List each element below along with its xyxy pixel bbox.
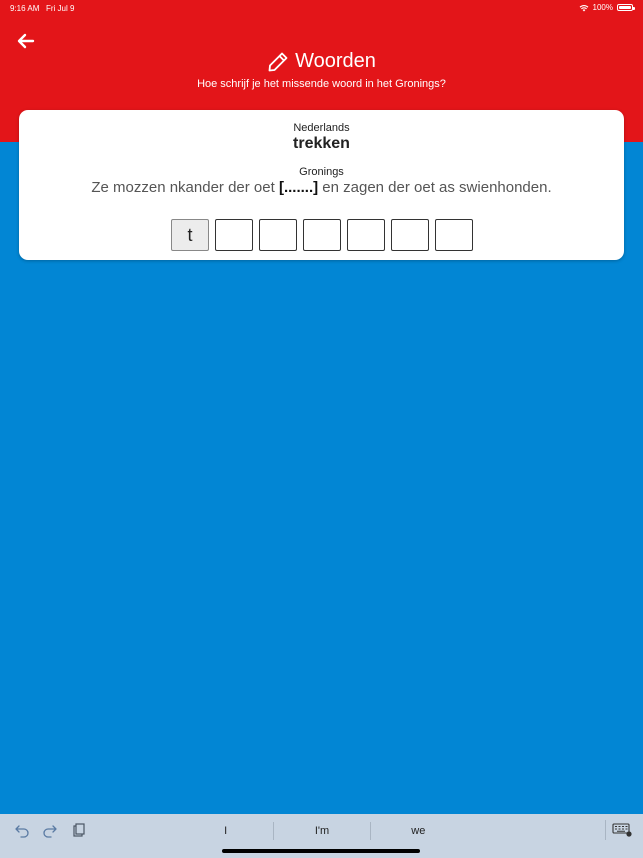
letter-box[interactable]	[391, 219, 429, 251]
target-language-label: Gronings	[299, 166, 344, 178]
page-title-row: Woorden	[0, 50, 643, 73]
letter-input-row: t	[171, 219, 473, 251]
status-time: 9:16 AM	[10, 4, 40, 13]
suggestion-bar: I I'm we	[178, 822, 466, 840]
source-word: trekken	[293, 135, 350, 152]
page-subtitle: Hoe schrijf je het missende woord in het…	[197, 78, 446, 90]
exercise-card: Nederlands trekken Gronings Ze mozzen nk…	[19, 110, 624, 260]
status-date: Fri Jul 9	[46, 4, 75, 13]
redo-icon[interactable]	[42, 822, 58, 838]
sentence-before: Ze mozzen nkander der oet	[91, 179, 279, 196]
suggestion-item[interactable]: I	[178, 822, 273, 840]
letter-box[interactable]	[215, 219, 253, 251]
suggestion-item[interactable]: we	[371, 822, 466, 840]
exercise-sentence: Ze mozzen nkander der oet [.......] en z…	[19, 179, 624, 196]
home-indicator	[222, 849, 420, 853]
sentence-after: en zagen der oet as swienhonden.	[318, 179, 552, 196]
status-indicators: 100%	[579, 3, 635, 12]
letter-box[interactable]	[435, 219, 473, 251]
keyboard-dismiss-icon[interactable]	[612, 822, 632, 838]
page-title: Woorden	[295, 50, 376, 72]
pencil-icon	[268, 52, 288, 71]
source-language-label: Nederlands	[293, 122, 350, 134]
suggestion-item[interactable]: I'm	[274, 822, 369, 840]
letter-box[interactable]	[347, 219, 385, 251]
letter-box[interactable]	[259, 219, 297, 251]
letter-box[interactable]: t	[171, 219, 209, 251]
status-bar: 9:16 AM Fri Jul 9 100%	[0, 0, 643, 16]
back-button[interactable]	[14, 30, 38, 52]
wifi-icon	[579, 4, 588, 11]
letter-box[interactable]	[303, 219, 341, 251]
toolbar-divider	[605, 820, 606, 840]
arrow-left-icon	[17, 33, 35, 49]
battery-percent: 100%	[592, 3, 613, 12]
gap-marker: [.......]	[278, 179, 319, 196]
undo-icon[interactable]	[14, 822, 30, 838]
battery-icon	[617, 4, 635, 11]
clipboard-icon[interactable]	[70, 822, 86, 838]
